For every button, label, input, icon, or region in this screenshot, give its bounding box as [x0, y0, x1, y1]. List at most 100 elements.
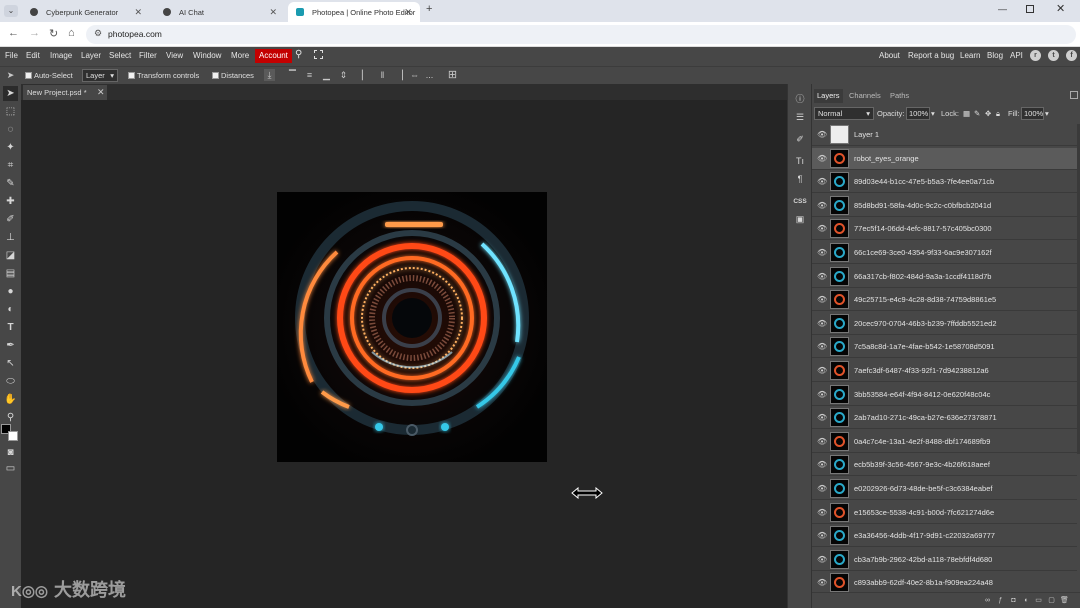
- facebook-icon[interactable]: f: [1066, 50, 1077, 61]
- search-icon[interactable]: ⚲: [295, 49, 302, 60]
- group-folder-icon[interactable]: ▭: [1034, 596, 1043, 605]
- css-panel-button[interactable]: CSS: [792, 194, 808, 209]
- move-tool-icon[interactable]: ➤: [3, 86, 18, 101]
- menu-view[interactable]: View: [166, 51, 183, 60]
- character-icon[interactable]: Tı: [792, 154, 808, 169]
- new-tab-icon[interactable]: +: [426, 3, 432, 15]
- layer-row[interactable]: 👁︎ 89d03e44-b1cc-47e5-b5a3-7fe4ee0a71cb: [812, 171, 1077, 194]
- visibility-eye-icon[interactable]: 👁︎: [817, 201, 827, 211]
- brush-tool-icon[interactable]: ✐: [3, 212, 18, 227]
- link-api[interactable]: API: [1010, 51, 1023, 60]
- auto-select-mode-select[interactable]: Layer ▾: [82, 69, 118, 82]
- tab-close-icon[interactable]: ✕: [134, 7, 142, 18]
- link-learn[interactable]: Learn: [960, 51, 980, 60]
- align-top-icon[interactable]: ▔: [287, 69, 298, 81]
- visibility-eye-icon[interactable]: 👁︎: [817, 437, 827, 447]
- dodge-tool-icon[interactable]: ◐: [3, 302, 18, 317]
- visibility-eye-icon[interactable]: 👁︎: [817, 460, 827, 470]
- adjustment-layer-icon[interactable]: ◐: [1022, 596, 1031, 605]
- link-report-bug[interactable]: Report a bug: [908, 51, 954, 60]
- align-left-icon[interactable]: ▏: [360, 69, 371, 81]
- visibility-eye-icon[interactable]: 👁︎: [817, 342, 827, 352]
- visibility-eye-icon[interactable]: 👁︎: [817, 177, 827, 187]
- gradient-tool-icon[interactable]: ▤: [3, 266, 18, 281]
- reload-icon[interactable]: ↻: [49, 27, 58, 40]
- lock-position-icon[interactable]: ✥: [985, 109, 991, 118]
- tab-layers[interactable]: Layers: [814, 89, 843, 103]
- visibility-eye-icon[interactable]: 👁︎: [817, 578, 827, 588]
- properties-icon[interactable]: ☰: [792, 110, 808, 125]
- ellipse-tool-icon[interactable]: ⬭: [3, 374, 18, 389]
- layer-row[interactable]: 👁︎ ecb5b39f-3c56-4567-9e3c-4b26f618aeef: [812, 454, 1077, 477]
- opacity-input[interactable]: 100%: [906, 107, 930, 120]
- lock-all-icon[interactable]: 🔒︎: [996, 109, 1000, 119]
- visibility-eye-icon[interactable]: 👁︎: [817, 484, 827, 494]
- menu-filter[interactable]: Filter: [139, 51, 157, 60]
- minimize-icon[interactable]: —: [998, 4, 1007, 14]
- grid-icon[interactable]: ⊞: [447, 69, 458, 81]
- forward-icon[interactable]: →: [29, 27, 40, 39]
- layer-row[interactable]: 👁︎ e3a36456-4ddb-4f17-9d91-c22032a69777: [812, 525, 1077, 548]
- marquee-tool-icon[interactable]: ⬚: [3, 104, 18, 119]
- tab-close-icon[interactable]: ✕: [269, 7, 277, 18]
- menu-account[interactable]: Account: [255, 49, 292, 63]
- layer-mask-icon[interactable]: ◘: [1009, 596, 1018, 605]
- brush-settings-icon[interactable]: ✐: [792, 132, 808, 147]
- fill-chevron-icon[interactable]: ▾: [1045, 109, 1049, 118]
- layer-row[interactable]: 👁︎ 49c25715-e4c9-4c28-8d38-74759d8861e5: [812, 289, 1077, 312]
- link-about[interactable]: About: [879, 51, 900, 60]
- info-icon[interactable]: ⓘ: [792, 92, 808, 107]
- link-blog[interactable]: Blog: [987, 51, 1003, 60]
- align-right-icon[interactable]: ▕: [394, 69, 405, 81]
- layer-row[interactable]: 👁︎ 3bb53584-e64f-4f94-8412-0e620f48c04c: [812, 383, 1077, 406]
- visibility-eye-icon[interactable]: 👁︎: [817, 248, 827, 258]
- path-select-tool-icon[interactable]: ↖: [3, 356, 18, 371]
- layer-row[interactable]: 👁︎ 77ec5f14-06dd-4efc-8817-57c405bc0300: [812, 218, 1077, 241]
- visibility-eye-icon[interactable]: 👁︎: [817, 555, 827, 565]
- document-canvas[interactable]: [277, 192, 547, 462]
- lock-pixels-icon[interactable]: ✎: [974, 109, 980, 118]
- blend-mode-select[interactable]: Normal ▾: [814, 107, 874, 120]
- auto-select-checkbox[interactable]: [25, 72, 32, 79]
- visibility-eye-icon[interactable]: 👁︎: [817, 154, 827, 164]
- pen-tool-icon[interactable]: ✒: [3, 338, 18, 353]
- url-field[interactable]: ⚙ photopea.com: [86, 25, 1076, 44]
- reddit-icon[interactable]: r: [1030, 50, 1041, 61]
- visibility-eye-icon[interactable]: 👁︎: [817, 508, 827, 518]
- layer-row[interactable]: 👁︎ c893abb9-62df-40e2-8b1a-f909ea224a48: [812, 572, 1077, 592]
- lock-transparency-icon[interactable]: ▦: [963, 109, 970, 118]
- opacity-chevron-icon[interactable]: ▾: [931, 109, 935, 118]
- paragraph-icon[interactable]: ¶: [792, 172, 808, 187]
- layer-row[interactable]: 👁︎ e15653ce-5538-4c91-b00d-7fc621274d6e: [812, 501, 1077, 524]
- layer-row[interactable]: 👁︎ Layer 1: [812, 124, 1077, 146]
- layer-row[interactable]: 👁︎ e0202926-6d73-48de-be5f-c3c6384eabef: [812, 478, 1077, 500]
- document-tab[interactable]: New Project.psd * ✕: [23, 85, 107, 100]
- transform-controls-checkbox[interactable]: [128, 72, 135, 79]
- more-options-icon[interactable]: ...: [424, 69, 435, 81]
- visibility-eye-icon[interactable]: 👁︎: [817, 413, 827, 423]
- layer-row[interactable]: 👁︎ cb3a7b9b-2962-42bd-a118-78ebfdf4d680: [812, 548, 1077, 571]
- magic-wand-tool-icon[interactable]: ✦: [3, 140, 18, 155]
- home-icon[interactable]: ⌂: [68, 27, 75, 39]
- visibility-eye-icon[interactable]: 👁︎: [817, 272, 827, 282]
- maximize-icon[interactable]: [1026, 5, 1034, 13]
- eyedropper-tool-icon[interactable]: ✎: [3, 176, 18, 191]
- tab-channels[interactable]: Channels: [846, 89, 884, 103]
- blur-tool-icon[interactable]: ●: [3, 284, 18, 299]
- document-close-icon[interactable]: ✕: [97, 85, 105, 100]
- visibility-eye-icon[interactable]: 👁︎: [817, 531, 827, 541]
- layer-row[interactable]: 👁︎ 20cec970-0704-46b3-b239-7ffddb5521ed2: [812, 312, 1077, 335]
- healing-brush-tool-icon[interactable]: ✚: [3, 194, 18, 209]
- stamp-tool-icon[interactable]: ⊥: [3, 230, 18, 245]
- image-panel-icon[interactable]: ▣: [792, 212, 808, 227]
- layer-row[interactable]: 👁︎ 2ab7ad10-271c-49ca-b27e-636e27378871: [812, 407, 1077, 430]
- layer-style-icon[interactable]: ƒ: [996, 596, 1005, 605]
- eraser-tool-icon[interactable]: ◪: [3, 248, 18, 263]
- fill-input[interactable]: 100%: [1021, 107, 1044, 120]
- visibility-eye-icon[interactable]: 👁︎: [817, 130, 827, 140]
- browser-tab-cyberpunk[interactable]: Cyberpunk Generator ✕: [22, 2, 150, 22]
- align-vcenter-icon[interactable]: ≡: [304, 69, 315, 81]
- visibility-eye-icon[interactable]: 👁︎: [817, 390, 827, 400]
- layer-row[interactable]: 👁︎ 0a4c7c4e-13a1-4e2f-8488-dbf174689fb9: [812, 430, 1077, 453]
- distances-checkbox[interactable]: [212, 72, 219, 79]
